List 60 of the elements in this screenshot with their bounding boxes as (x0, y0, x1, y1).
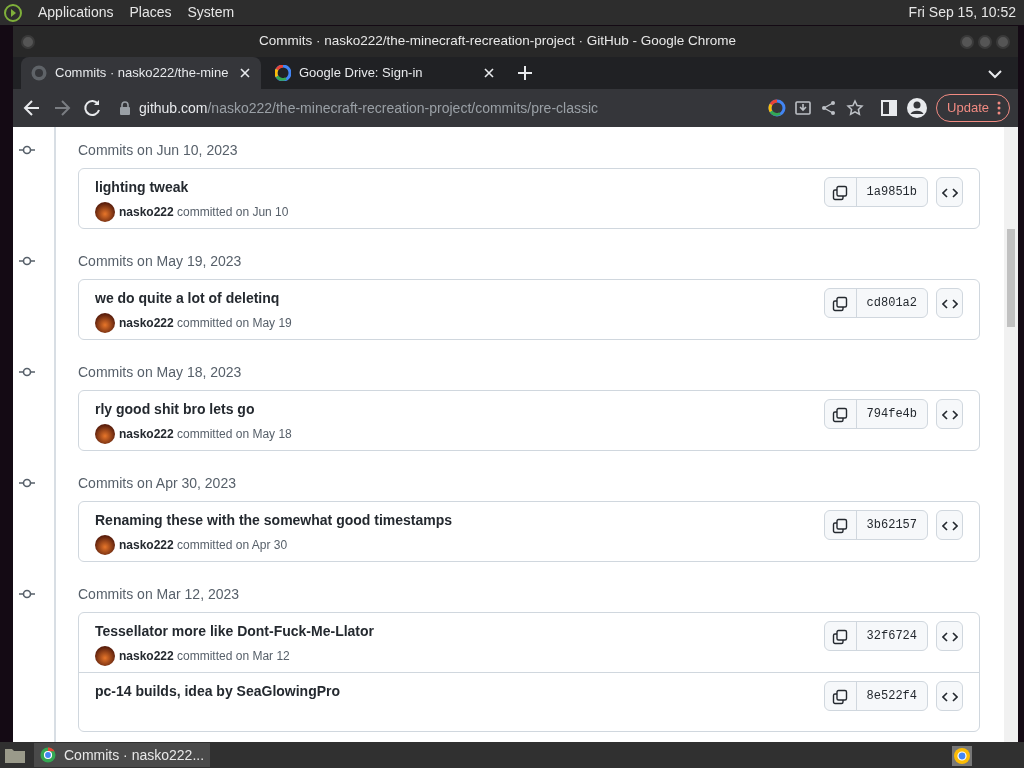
date-heading: Commits on Apr 30, 2023 (78, 474, 237, 493)
copy-icon (832, 295, 849, 312)
copy-icon (832, 688, 849, 705)
google-logo-icon (275, 65, 291, 81)
commit-title[interactable]: pc-14 builds, idea by SeaGlowingPro (95, 683, 341, 699)
menu-item[interactable]: Applications (38, 2, 114, 23)
date-heading: Commits on Jun 10, 2023 (78, 141, 239, 160)
browser-tab[interactable]: Google Drive: Sign-in (265, 57, 505, 89)
browse-code-button[interactable] (936, 177, 963, 207)
install-icon[interactable] (794, 99, 813, 117)
commit-title[interactable]: Tessellator more like Dont-Fuck-Me-Llator (95, 623, 374, 639)
avatar (95, 535, 115, 555)
folder-icon[interactable] (4, 746, 26, 764)
commit-meta: nasko222 committed on May 18 (119, 426, 292, 443)
avatar (95, 313, 115, 333)
date-heading: Commits on May 19, 2023 (78, 252, 243, 271)
more-icon (997, 101, 1001, 115)
commit-meta: nasko222 committed on Apr 30 (119, 537, 288, 554)
commit-title[interactable]: we do quite a lot of deletinq (95, 290, 280, 306)
browse-code-button[interactable] (936, 510, 963, 540)
date-heading: Commits on May 18, 2023 (78, 363, 243, 382)
commit-title[interactable]: rly good shit bro lets go (95, 401, 255, 417)
avatar (95, 202, 115, 222)
side-panel-icon[interactable] (880, 99, 899, 117)
window-title: Commits · nasko222/the-minecraft-recreation-project · GitHub - Google Chrome (257, 32, 738, 51)
star-icon[interactable] (846, 99, 865, 117)
browser-tab[interactable]: Commits · nasko222/the-mine (21, 57, 261, 89)
reload-icon[interactable] (81, 97, 103, 119)
close-icon[interactable] (239, 67, 251, 79)
commit-title[interactable]: lighting tweak (95, 179, 189, 195)
date-heading: Commits on Mar 12, 2023 (78, 585, 241, 604)
menu-item[interactable]: Places (129, 2, 172, 23)
address-bar[interactable]: github.com/nasko222/the-minecraft-recreation-project/commits/pre-classic (111, 93, 873, 123)
chrome-icon (40, 747, 56, 763)
copy-icon (832, 517, 849, 534)
browse-code-button[interactable] (936, 681, 963, 711)
copy-icon (832, 628, 849, 645)
avatar (95, 646, 115, 666)
chrome-icon[interactable] (952, 745, 972, 766)
lock-icon (119, 101, 131, 115)
taskbar-item[interactable]: Commits · nasko222... (34, 743, 211, 767)
menu-item[interactable]: System (187, 2, 235, 23)
url-text: github.com/nasko222/the-minecraft-recreation-project/commits/pre-classic (139, 98, 600, 118)
google-logo-icon[interactable] (768, 99, 787, 117)
commit-title[interactable]: Renaming these with the somewhat good timestamps (95, 512, 453, 528)
commit-meta: nasko222 committed on Jun 10 (119, 204, 289, 221)
scrollbar[interactable] (1004, 127, 1018, 743)
close-icon[interactable] (483, 67, 495, 79)
browse-code-button[interactable] (936, 288, 963, 318)
copy-icon (832, 184, 849, 201)
commit-meta: nasko222 committed on May 19 (119, 315, 292, 332)
profile-icon[interactable] (906, 97, 929, 119)
browse-code-button[interactable] (936, 399, 963, 429)
avatar (95, 424, 115, 444)
copy-icon (832, 406, 849, 423)
scrollbar-thumb[interactable] (1007, 229, 1015, 327)
app-menu-icon[interactable] (4, 3, 22, 22)
browse-code-button[interactable] (936, 621, 963, 651)
clock: Fri Sep 15, 10:52 (908, 3, 1017, 22)
commit-meta: nasko222 committed on Mar 12 (119, 648, 290, 665)
